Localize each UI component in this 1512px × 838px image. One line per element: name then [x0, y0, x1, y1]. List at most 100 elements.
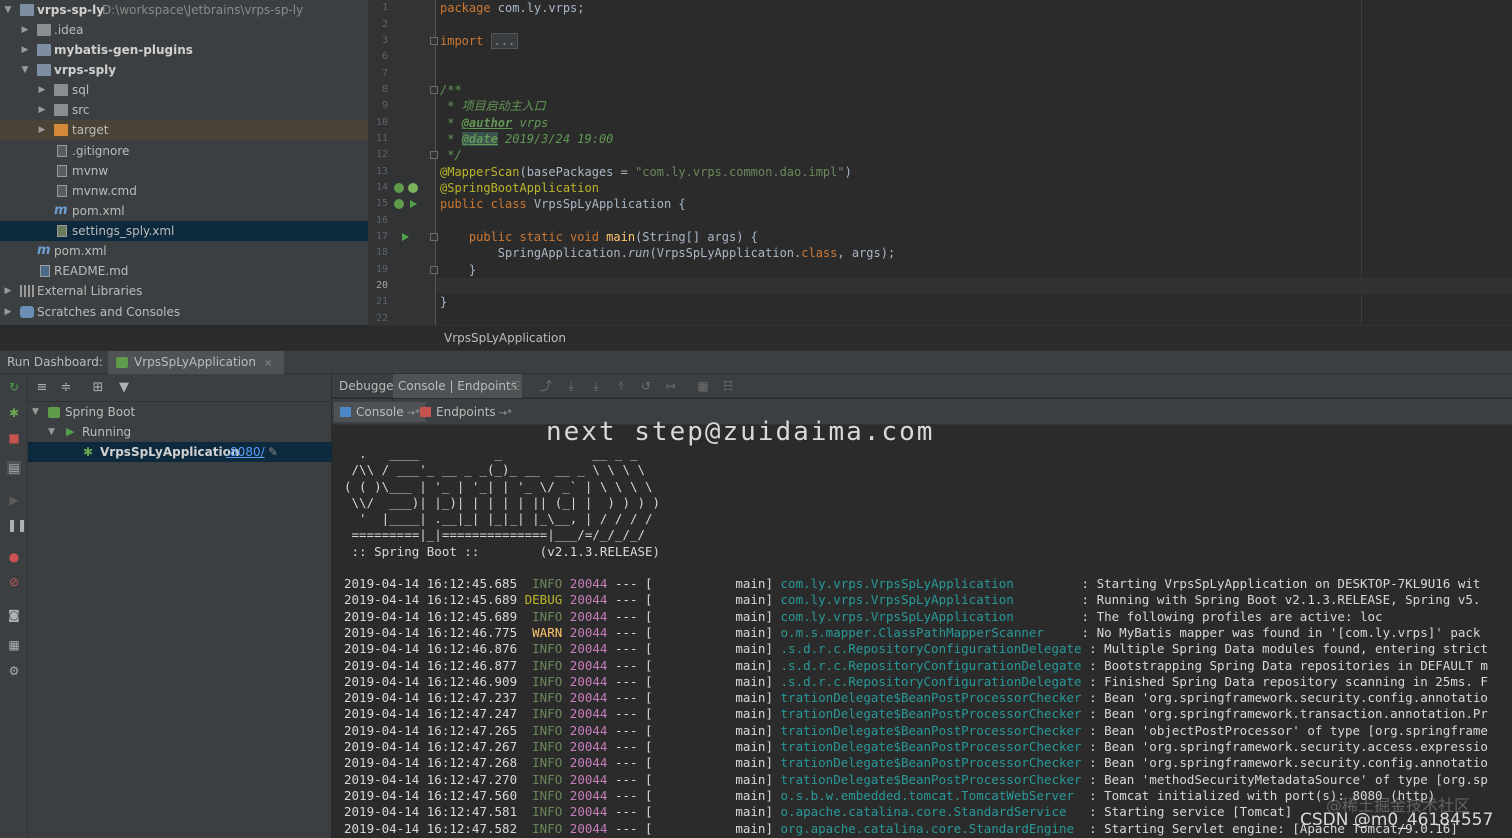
pin-icon[interactable]: →* [499, 408, 512, 419]
fold-toggle-icon[interactable] [430, 151, 438, 159]
chevron-down-icon[interactable]: ▼ [2, 0, 14, 20]
tree-node-src[interactable]: ▶ src [0, 100, 368, 120]
group-icon[interactable]: ⊞ [90, 380, 106, 396]
breadcrumb-item[interactable]: VrpsSpLyApplication [444, 331, 566, 345]
chevron-down-icon[interactable]: ▼ [19, 60, 31, 80]
mute-breakpoints-icon[interactable]: ⊘ [7, 575, 21, 589]
spring-bean-icon[interactable] [394, 183, 404, 193]
collapsed-imports[interactable]: ... [490, 33, 519, 49]
subtab-endpoints[interactable]: Endpoints →* [414, 402, 518, 422]
doc-value: 2019/3/24 19:00 [497, 132, 614, 146]
tree-node-readme[interactable]: README.md [0, 261, 368, 281]
tree-node-scratches[interactable]: ▶ Scratches and Consoles [0, 302, 368, 322]
chevron-right-icon[interactable]: ▶ [36, 100, 48, 120]
console-output[interactable]: . ____ _ __ _ _ /\\ / ___'_ __ _ _(_)_ _… [344, 446, 1512, 838]
services-node-spring-boot[interactable]: ▼ Spring Boot [28, 402, 332, 422]
pause-icon[interactable]: ❚❚ [7, 518, 27, 532]
log-logger: .s.d.r.c.RepositoryConfigurationDelegate [780, 673, 1082, 689]
log-thread: main [735, 706, 766, 722]
log-line: 2019-04-14 16:12:47.270 INFO 20044 --- [… [344, 772, 1512, 788]
fold-toggle-icon[interactable] [430, 266, 438, 274]
code-line-20-current[interactable] [436, 278, 1512, 294]
chevron-right-icon[interactable]: ▶ [36, 80, 48, 100]
run-main-icon[interactable] [402, 233, 409, 241]
collapse-all-icon[interactable]: ≑ [58, 380, 74, 396]
chevron-right-icon[interactable]: ▶ [2, 281, 14, 301]
log-ts: 2019-04-14 16:12:47.581 [344, 804, 525, 820]
resume-icon[interactable]: ▶ [7, 493, 21, 507]
spring-boot-icon[interactable] [408, 183, 418, 193]
tree-node-mybatis-gen-plugins[interactable]: ▶ mybatis-gen-plugins [0, 40, 368, 60]
code-line-13: @MapperScan(basePackages = "com.ly.vrps.… [440, 164, 852, 180]
group-by-icon[interactable]: ▤ [7, 461, 21, 475]
evaluate-icon[interactable]: ▦ [696, 379, 710, 393]
fold-toggle-icon[interactable] [430, 86, 438, 94]
run-to-cursor-icon[interactable]: ↦ [664, 379, 678, 393]
package-name: com.ly.vrps; [490, 1, 585, 15]
fold-toggle-icon[interactable] [430, 233, 438, 241]
camera-icon[interactable]: ◙ [7, 608, 21, 622]
show-execution-point-icon[interactable]: ⤴ [539, 379, 553, 393]
tree-node-idea[interactable]: ▶ .idea [0, 20, 368, 40]
tree-node-vrps-sply[interactable]: ▼ vrps-sply [0, 60, 368, 80]
gear-icon[interactable]: ⚙ [7, 664, 21, 678]
line-number: 6 [381, 51, 388, 62]
tree-node-target[interactable]: ▶ target [0, 120, 368, 140]
log-ts: 2019-04-14 16:12:47.268 [344, 755, 525, 771]
tree-node-vrps-sp-ly[interactable]: ▼ vrps-sp-ly D:\workspace\Jetbrains\vrps… [0, 0, 368, 20]
editor-gutter[interactable]: 1 2 3 6 7 8 9 10 11 12 13 14 15 16 17 18… [368, 0, 438, 325]
tree-node-mvnw[interactable]: mvnw [0, 161, 368, 181]
spring-banner: . ____ _ __ _ _ /\\ / ___'_ __ _ _(_)_ _… [344, 446, 1512, 560]
trace-icon[interactable]: ☷ [721, 379, 735, 393]
rerun-icon[interactable]: ↻ [7, 380, 21, 394]
breakpoints-icon[interactable]: ● [7, 550, 21, 564]
run-class-icon[interactable] [410, 200, 417, 208]
log-level: INFO [524, 608, 563, 624]
subtab-console[interactable]: Console →* [334, 402, 427, 422]
debug-icon[interactable]: ✱ [7, 406, 21, 420]
code-editor[interactable]: 1 2 3 6 7 8 9 10 11 12 13 14 15 16 17 18… [368, 0, 1512, 325]
tree-node-external-libraries[interactable]: ▶ External Libraries [0, 281, 368, 301]
chevron-down-icon[interactable]: ▼ [32, 402, 39, 422]
chevron-down-icon[interactable]: ▼ [48, 422, 55, 442]
spring-bean-icon[interactable] [394, 199, 404, 209]
log-ts: 2019-04-14 16:12:47.560 [344, 787, 525, 803]
log-sep: --- [ [607, 787, 736, 803]
filter-icon[interactable]: ▼ [116, 380, 132, 396]
drop-frame-icon[interactable]: ↺ [639, 379, 653, 393]
fold-toggle-icon[interactable] [430, 37, 438, 45]
log-line: 2019-04-14 16:12:46.876 INFO 20044 --- [… [344, 641, 1512, 657]
log-pid: 20044 [562, 592, 608, 608]
chevron-right-icon[interactable]: ▶ [19, 20, 31, 40]
expand-all-icon[interactable]: ≡ [34, 380, 50, 396]
tree-node-pom-xml[interactable]: m pom.xml [0, 201, 368, 221]
menu-icon[interactable]: ☰ [509, 379, 523, 393]
chevron-right-icon[interactable]: ▶ [19, 40, 31, 60]
step-out-icon[interactable]: ⤒ [614, 379, 628, 393]
tree-node-root-pom-xml[interactable]: m pom.xml [0, 241, 368, 261]
edit-icon[interactable]: ✎ [268, 442, 278, 462]
chevron-right-icon[interactable]: ▶ [2, 302, 14, 322]
line-number: 16 [375, 215, 388, 226]
stop-icon[interactable]: ■ [7, 431, 21, 445]
tree-node-settings-sply-xml[interactable]: settings_sply.xml [0, 221, 368, 241]
tree-node-gitignore[interactable]: .gitignore [0, 141, 368, 161]
layout-icon[interactable]: ▦ [7, 638, 21, 652]
log-logger: trationDelegate$BeanPostProcessorChecker [780, 722, 1082, 738]
close-icon[interactable]: × [264, 358, 272, 369]
chevron-right-icon[interactable]: ▶ [36, 120, 48, 140]
keyword: package [440, 1, 491, 15]
line-number: 18 [375, 247, 388, 258]
tab-console-endpoints[interactable]: Console | Endpoints [393, 374, 522, 398]
services-node-app[interactable]: ✱ VrpsSpLyApplication :8080/ ✎ [28, 442, 332, 462]
tree-node-mvnw-cmd[interactable]: mvnw.cmd [0, 181, 368, 201]
step-into-icon[interactable]: ⤓ [589, 379, 603, 393]
log-thread: main [735, 673, 766, 689]
app-port-link[interactable]: :8080/ [226, 442, 265, 462]
services-node-running[interactable]: ▼ ▶ Running [28, 422, 332, 442]
scratches-icon [20, 306, 34, 318]
step-over-icon[interactable]: ⤓ [564, 379, 578, 393]
run-config-tab[interactable]: VrpsSpLyApplication × [108, 351, 285, 374]
tree-node-sql[interactable]: ▶ sql [0, 80, 368, 100]
spring-boot-icon [116, 357, 128, 368]
